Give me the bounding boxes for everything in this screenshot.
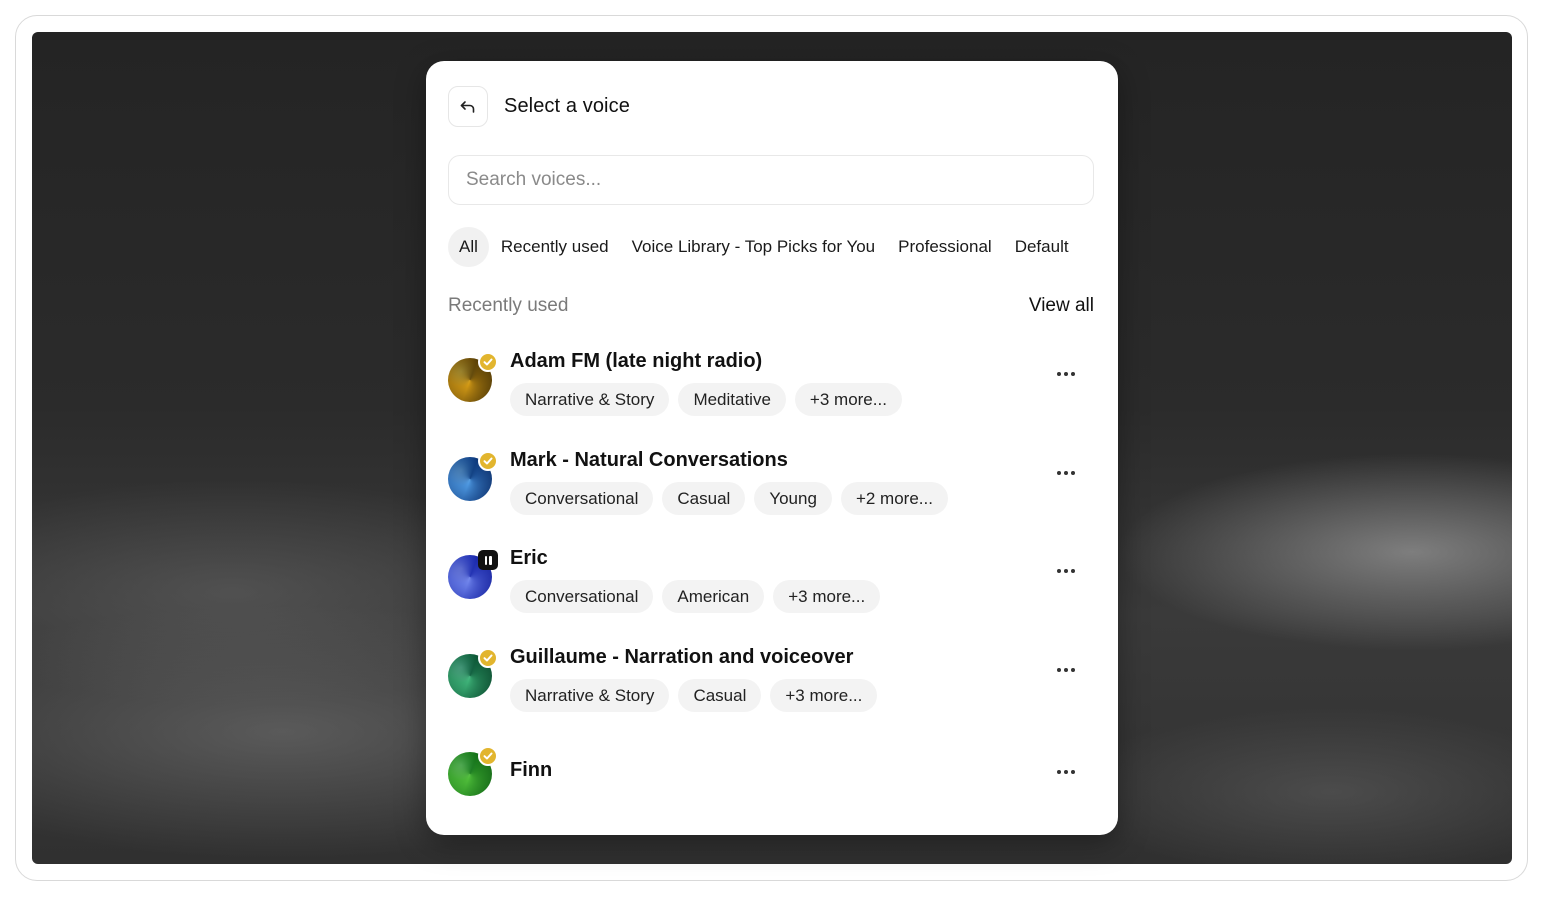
- tab-voice-library[interactable]: Voice Library - Top Picks for You: [632, 227, 876, 267]
- filter-tabs: All Recently used Voice Library - Top Pi…: [448, 227, 1092, 267]
- tab-professional[interactable]: Professional: [898, 227, 992, 267]
- voice-name: Adam FM (late night radio): [510, 350, 763, 372]
- section-label: Recently used: [448, 295, 569, 316]
- voice-name: Guillaume - Narration and voiceover: [510, 646, 854, 668]
- voice-tags: Conversational American +3 more...: [510, 580, 881, 613]
- more-tags-button[interactable]: +3 more...: [773, 580, 881, 613]
- more-options-icon[interactable]: [1052, 660, 1080, 680]
- tab-default[interactable]: Default: [1015, 227, 1069, 267]
- voice-tag: Casual: [678, 679, 762, 712]
- voice-tags: Narrative & Story Casual +3 more...: [510, 679, 878, 712]
- search-voices-input[interactable]: [448, 155, 1094, 205]
- voice-tag: Conversational: [510, 482, 654, 515]
- voice-tag: Conversational: [510, 580, 654, 613]
- voice-tag: American: [662, 580, 765, 613]
- more-tags-button[interactable]: +3 more...: [794, 383, 902, 416]
- voice-item[interactable]: Adam FM (late night radio) Narrative & S…: [448, 350, 1094, 430]
- voice-tag: Young: [754, 482, 832, 515]
- more-tags-button[interactable]: +3 more...: [770, 679, 878, 712]
- tab-all[interactable]: All: [448, 227, 489, 267]
- voice-item[interactable]: Finn: [448, 744, 1094, 804]
- pause-icon[interactable]: [478, 550, 498, 570]
- more-options-icon[interactable]: [1052, 762, 1080, 782]
- more-options-icon[interactable]: [1052, 364, 1080, 384]
- view-all-link[interactable]: View all: [1029, 295, 1094, 317]
- voice-tag: Narrative & Story: [510, 383, 670, 416]
- voice-item[interactable]: Eric Conversational American +3 more...: [448, 547, 1094, 627]
- dialog-title: Select a voice: [504, 95, 630, 117]
- more-tags-button[interactable]: +2 more...: [840, 482, 948, 515]
- voice-tag: Narrative & Story: [510, 679, 670, 712]
- voice-tag: Meditative: [678, 383, 786, 416]
- tab-recently-used[interactable]: Recently used: [501, 227, 609, 267]
- recently-used-header: Recently used View all: [448, 295, 1094, 317]
- verified-icon: [478, 746, 498, 766]
- dialog-header: Select a voice: [448, 86, 630, 127]
- voice-name: Mark - Natural Conversations: [510, 449, 788, 471]
- back-button[interactable]: [448, 86, 488, 127]
- voice-tag: Casual: [662, 482, 746, 515]
- verified-icon: [478, 352, 498, 372]
- voice-name: Finn: [510, 759, 553, 781]
- more-options-icon[interactable]: [1052, 463, 1080, 483]
- voice-item[interactable]: Mark - Natural Conversations Conversatio…: [448, 449, 1094, 529]
- voice-tags: Conversational Casual Young +2 more...: [510, 482, 948, 515]
- voice-name: Eric: [510, 547, 548, 569]
- more-options-icon[interactable]: [1052, 561, 1080, 581]
- select-voice-dialog: Select a voice All Recently used Voice L…: [426, 61, 1118, 835]
- verified-icon: [478, 648, 498, 668]
- voice-item[interactable]: Guillaume - Narration and voiceover Narr…: [448, 646, 1094, 726]
- back-arrow-icon: [460, 100, 475, 113]
- voice-tags: Narrative & Story Meditative +3 more...: [510, 383, 902, 416]
- verified-icon: [478, 451, 498, 471]
